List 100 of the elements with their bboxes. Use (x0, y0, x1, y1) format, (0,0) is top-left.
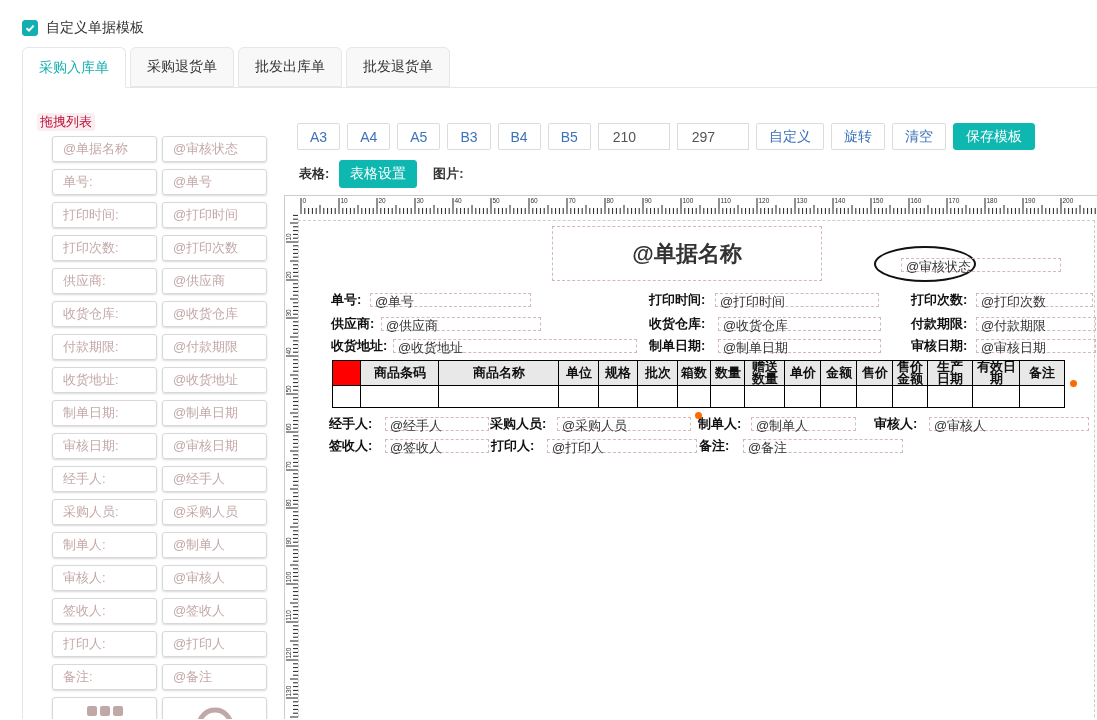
field-chip[interactable]: @单号 (162, 169, 267, 195)
template-field[interactable]: @经手人 (385, 417, 489, 431)
handle-dot[interactable] (695, 412, 702, 419)
handle-dot[interactable] (1070, 380, 1077, 387)
field-chip[interactable]: @制单人 (162, 532, 267, 558)
template-field[interactable]: @收货地址 (393, 339, 637, 353)
table-settings-button[interactable]: 表格设置 (339, 160, 418, 188)
field-chip[interactable]: @供应商 (162, 268, 267, 294)
column-header: 有效日期 (972, 360, 1020, 386)
toolbar-button[interactable]: A5 (397, 123, 441, 150)
field-chip[interactable]: 备注: (52, 664, 157, 690)
toolbar-button[interactable]: 旋转 (830, 123, 885, 150)
status-field[interactable]: @审核状态 (901, 258, 1061, 272)
checkbox[interactable] (22, 20, 38, 36)
toolbar-button[interactable]: A3 (297, 123, 341, 150)
field-label: 单号: (331, 291, 362, 309)
template-field[interactable]: @签收人 (385, 439, 489, 453)
field-chip[interactable]: @备注 (162, 664, 267, 690)
field-chip[interactable]: @签收人 (162, 598, 267, 624)
field-chip[interactable]: 打印时间: (52, 202, 157, 228)
column-header: 箱数 (677, 360, 711, 386)
template-field[interactable]: @审核人 (929, 417, 1089, 431)
document-title[interactable]: @单据名称 (552, 226, 822, 281)
field-label: 经手人: (329, 415, 373, 433)
field-chip[interactable]: @打印时间 (162, 202, 267, 228)
toolbar-button[interactable]: 自定义 (755, 123, 824, 150)
table-label: 表格: (299, 165, 330, 183)
field-chip[interactable]: @审核状态 (162, 136, 267, 162)
field-chip[interactable]: 打印次数: (52, 235, 157, 261)
field-chip[interactable]: 单号: (52, 169, 157, 195)
field-chip[interactable]: @采购人员 (162, 499, 267, 525)
size-field[interactable]: 210 (597, 123, 670, 150)
field-chip[interactable]: 审核人: (52, 565, 157, 591)
field-chip[interactable]: 采购人员: (52, 499, 157, 525)
field-chip[interactable]: @审核日期 (162, 433, 267, 459)
field-label: 打印人: (491, 437, 535, 455)
template-field[interactable]: @供应商 (381, 317, 541, 331)
template-field[interactable]: @打印次数 (976, 293, 1093, 307)
field-chip[interactable]: @单据名称 (52, 136, 157, 162)
checkbox-label: 自定义单据模板 (46, 19, 144, 37)
field-chip[interactable]: @付款期限 (162, 334, 267, 360)
column-header: 售价金额 (892, 360, 928, 386)
field-chip[interactable]: @经手人 (162, 466, 267, 492)
field-chip[interactable]: 制单日期: (52, 400, 157, 426)
template-field[interactable]: @打印人 (547, 439, 697, 453)
field-label: 付款期限: (911, 315, 968, 333)
template-field[interactable]: @打印时间 (715, 293, 879, 307)
column-header: 商品名称 (438, 360, 559, 386)
column-header: 备注 (1019, 360, 1065, 386)
field-chip[interactable]: @审核人 (162, 565, 267, 591)
template-field[interactable]: @单号 (370, 293, 531, 307)
tab[interactable]: 批发出库单 (238, 47, 342, 87)
field-chip[interactable]: @制单日期 (162, 400, 267, 426)
row-marker (332, 360, 361, 386)
field-chip[interactable]: 收货地址: (52, 367, 157, 393)
field-chip[interactable]: 制单人: (52, 532, 157, 558)
field-chip[interactable]: 供应商: (52, 268, 157, 294)
field-label: 审核人: (874, 415, 918, 433)
column-header: 单价 (784, 360, 821, 386)
field-chip[interactable]: 收货仓库: (52, 301, 157, 327)
column-header: 商品条码 (360, 360, 439, 386)
field-chip[interactable]: 付款期限: (52, 334, 157, 360)
toolbar-button[interactable]: A4 (347, 123, 391, 150)
toolbar-button[interactable]: B4 (497, 123, 541, 150)
field-chip[interactable]: 打印人: (52, 631, 157, 657)
template-field[interactable]: @收货仓库 (718, 317, 881, 331)
tab[interactable]: 采购入库单 (22, 47, 126, 88)
column-header: 赠送数量 (744, 360, 785, 386)
size-field[interactable]: 297 (676, 123, 749, 150)
toolbar-button[interactable]: 保存模板 (952, 123, 1035, 150)
tab[interactable]: 采购退货单 (130, 47, 234, 87)
field-chip[interactable]: @打印人 (162, 631, 267, 657)
field-chip[interactable]: 审核日期: (52, 433, 157, 459)
column-header: 单位 (558, 360, 599, 386)
toolbar-button[interactable]: B3 (447, 123, 491, 150)
field-label: 打印时间: (649, 291, 706, 309)
template-field[interactable]: @审核日期 (976, 339, 1096, 353)
toolbar-button[interactable]: 清空 (891, 123, 946, 150)
field-label: 供应商: (331, 315, 375, 333)
check-icon (24, 22, 36, 34)
field-label: 备注: (699, 437, 730, 455)
field-label: 审核日期: (911, 337, 968, 355)
template-field[interactable]: @制单人 (751, 417, 856, 431)
field-label: 采购人员: (490, 415, 547, 433)
template-field[interactable]: @备注 (743, 439, 903, 453)
template-field[interactable]: @付款期限 (976, 317, 1096, 331)
toolbar-button[interactable]: B5 (547, 123, 591, 150)
field-chip[interactable]: @打印次数 (162, 235, 267, 261)
field-chip[interactable]: 签收人: (52, 598, 157, 624)
template-field[interactable]: @制单日期 (718, 339, 881, 353)
field-label: 签收人: (329, 437, 373, 455)
column-header: 售价 (856, 360, 893, 386)
field-chip[interactable]: @收货地址 (162, 367, 267, 393)
template-field[interactable]: @采购人员 (557, 417, 691, 431)
field-chip[interactable]: 经手人: (52, 466, 157, 492)
tab[interactable]: 批发退货单 (346, 47, 450, 87)
field-label: 制单人: (698, 415, 742, 433)
column-header: 规格 (598, 360, 638, 386)
field-chip[interactable]: @收货仓库 (162, 301, 267, 327)
column-header: 金额 (820, 360, 857, 386)
